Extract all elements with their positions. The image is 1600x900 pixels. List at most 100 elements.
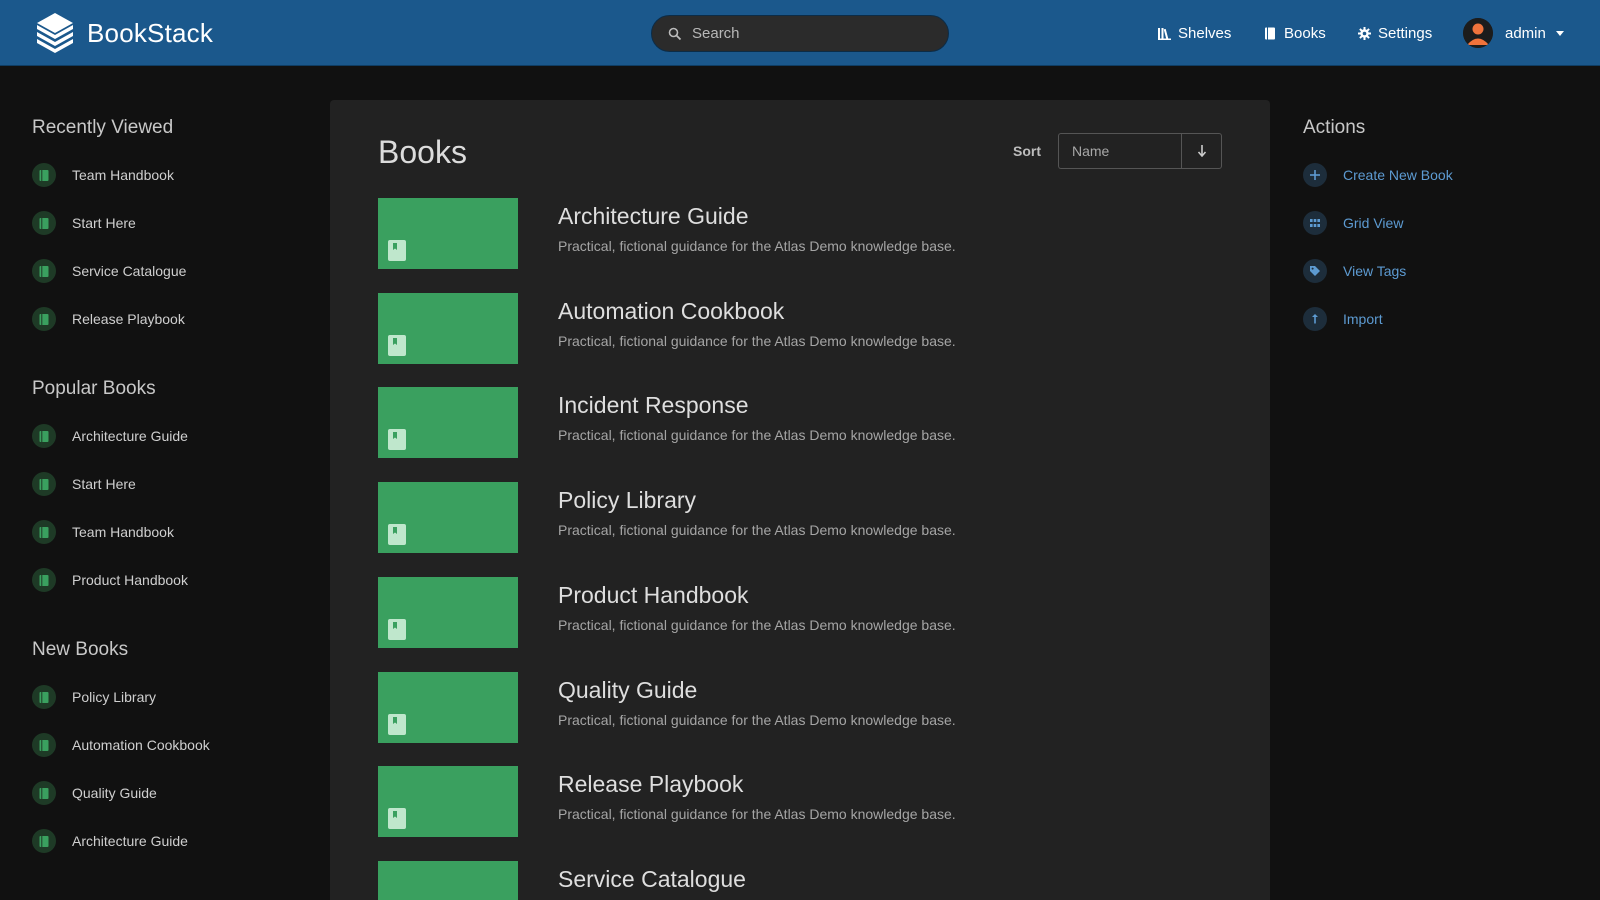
book-bullet-icon	[32, 829, 56, 853]
book-row[interactable]: Release Playbook Practical, fictional gui…	[378, 766, 1238, 838]
book-name[interactable]: Release Playbook	[558, 771, 743, 798]
book-row[interactable]: Incident Response Practical, fictional gu…	[378, 387, 1238, 459]
book-name[interactable]: Policy Library	[558, 487, 696, 514]
user-menu[interactable]: admin	[1463, 18, 1564, 48]
popular-book-item-label: Team Handbook	[72, 524, 174, 540]
book-cover-icon	[388, 429, 406, 451]
action-label[interactable]: View Tags	[1343, 263, 1406, 279]
popular-book-item[interactable]: Start Here	[32, 472, 136, 496]
book-row[interactable]: Automation Cookbook Practical, fictional …	[378, 292, 1238, 364]
recently-viewed-item-label: Team Handbook	[72, 167, 174, 183]
sort-direction-button[interactable]	[1181, 133, 1222, 169]
book-description: Practical, fictional guidance for the At…	[558, 332, 956, 349]
book-icon	[39, 478, 49, 490]
recently-viewed-item[interactable]: Release Playbook	[32, 307, 185, 331]
new-book-item[interactable]: Architecture Guide	[32, 829, 188, 853]
book-row[interactable]: Policy Library Practical, fictional guida…	[378, 482, 1238, 554]
recently-viewed-item[interactable]: Team Handbook	[32, 163, 174, 187]
book-cover[interactable]	[378, 860, 518, 900]
action-view-tags[interactable]: View Tags	[1303, 259, 1406, 283]
new-book-item-label: Quality Guide	[72, 785, 157, 801]
action-import[interactable]: Import	[1303, 307, 1383, 331]
search-input[interactable]	[692, 16, 932, 51]
action-label[interactable]: Import	[1343, 311, 1383, 327]
book-cover[interactable]	[378, 766, 518, 838]
book-bullet-icon	[32, 259, 56, 283]
book-cover-icon	[388, 524, 406, 546]
action-bullet	[1303, 259, 1327, 283]
book-cover[interactable]	[378, 482, 518, 554]
recently-viewed-item-label: Service Catalogue	[72, 263, 187, 279]
search-icon	[668, 27, 682, 41]
tag-icon	[1310, 266, 1320, 276]
book-cover[interactable]	[378, 387, 518, 459]
shelves-icon	[1158, 27, 1171, 40]
book-cover[interactable]	[378, 576, 518, 648]
book-name[interactable]: Automation Cookbook	[558, 298, 784, 325]
nav-shelves-label: Shelves	[1178, 24, 1232, 42]
book-icon	[39, 574, 49, 586]
global-search[interactable]	[651, 15, 949, 52]
new-books-heading: New Books	[32, 639, 129, 660]
chevron-down-icon	[1555, 30, 1564, 36]
plus-icon	[1310, 170, 1320, 180]
sort-label: Sort	[1013, 143, 1041, 159]
book-description: Practical, fictional guidance for the At…	[558, 238, 956, 254]
action-label[interactable]: Create New Book	[1343, 167, 1453, 183]
app-name: BookStack	[87, 17, 214, 48]
recently-viewed-heading: Recently Viewed	[32, 117, 174, 138]
book-cover[interactable]	[378, 292, 518, 364]
nav-books-label: Books	[1284, 24, 1326, 42]
actions-heading: Actions	[1303, 117, 1366, 138]
book-bullet-icon	[32, 424, 56, 448]
nav-books[interactable]: Books	[1264, 22, 1326, 44]
book-row[interactable]: Architecture Guide Practical, fictional g…	[378, 198, 1238, 269]
sort-select[interactable]: Name	[1058, 133, 1182, 169]
recently-viewed-item[interactable]: Start Here	[32, 211, 136, 235]
book-icon	[39, 526, 49, 538]
book-icon	[39, 313, 49, 325]
action-grid-view[interactable]: Grid View	[1303, 211, 1403, 235]
book-cover[interactable]	[378, 198, 518, 269]
book-icon	[39, 787, 49, 799]
book-description: Practical, fictional guidance for the At…	[558, 616, 956, 633]
book-name[interactable]: Service Catalogue	[558, 866, 746, 893]
new-book-item[interactable]: Policy Library	[32, 685, 156, 709]
popular-book-item[interactable]: Product Handbook	[32, 568, 188, 592]
book-row[interactable]: Quality Guide Practical, fictional guidan…	[378, 671, 1238, 743]
action-create-new-book[interactable]: Create New Book	[1303, 163, 1453, 187]
action-label[interactable]: Grid View	[1343, 215, 1403, 231]
book-bullet-icon	[32, 520, 56, 544]
book-row[interactable]: Service Catalogue	[378, 860, 1238, 900]
book-name[interactable]: Incident Response	[558, 392, 749, 419]
book-icon	[39, 169, 49, 181]
bookstack-logo-icon	[37, 13, 73, 53]
avatar	[1463, 18, 1493, 48]
grid-icon	[1310, 219, 1320, 227]
book-name[interactable]: Quality Guide	[558, 677, 697, 704]
recently-viewed-item[interactable]: Service Catalogue	[32, 259, 186, 283]
popular-book-item[interactable]: Architecture Guide	[32, 424, 188, 448]
book-bullet-icon	[32, 685, 56, 709]
book-bullet-icon	[32, 568, 56, 592]
popular-book-item-label: Start Here	[72, 476, 136, 492]
book-description: Practical, fictional guidance for the At…	[558, 522, 956, 539]
user-name: admin	[1505, 24, 1546, 42]
popular-book-item-label: Architecture Guide	[72, 428, 188, 444]
recently-viewed-item-label: Release Playbook	[72, 311, 185, 327]
book-name[interactable]: Architecture Guide	[558, 203, 748, 230]
nav-shelves[interactable]: Shelves	[1158, 22, 1231, 44]
book-name[interactable]: Product Handbook	[558, 582, 749, 609]
book-icon	[1265, 27, 1275, 39]
nav-settings[interactable]: Settings	[1358, 22, 1432, 44]
popular-book-item[interactable]: Team Handbook	[32, 520, 174, 544]
top-header: BookStack Shelves Books	[0, 0, 1600, 66]
book-row[interactable]: Product Handbook Practical, fictional gui…	[378, 576, 1238, 648]
book-bullet-icon	[32, 211, 56, 235]
book-cover[interactable]	[378, 671, 518, 743]
new-book-item[interactable]: Quality Guide	[32, 781, 157, 805]
new-book-item[interactable]: Automation Cookbook	[32, 733, 210, 757]
book-icon	[39, 835, 49, 847]
book-icon	[39, 265, 49, 277]
app-logo[interactable]: BookStack	[33, 13, 213, 53]
